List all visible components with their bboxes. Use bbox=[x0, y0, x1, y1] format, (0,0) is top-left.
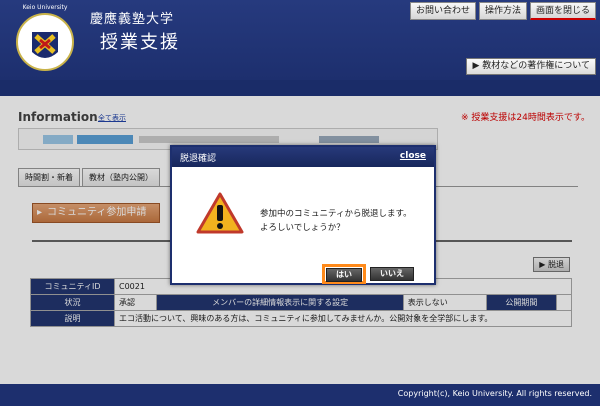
copyright-info-button[interactable]: ▶ 教材などの著作権について bbox=[466, 58, 596, 75]
leave-confirm-dialog: 脱退確認 close 参加中のコミュニティから脱退します。 よろしいでしょうか？… bbox=[170, 145, 436, 285]
help-button[interactable]: 操作方法 bbox=[478, 2, 527, 20]
dialog-buttons: はい いいえ bbox=[322, 264, 414, 284]
dialog-title: 脱退確認 bbox=[180, 154, 217, 164]
copyright-text: Copyright(c), Keio University. All right… bbox=[397, 389, 592, 398]
top-buttons: お問い合わせ 操作方法 画面を閉じる bbox=[409, 2, 596, 20]
footer: Copyright(c), Keio University. All right… bbox=[0, 384, 600, 406]
contact-button[interactable]: お問い合わせ bbox=[409, 2, 476, 20]
logo-text: Keio University bbox=[22, 4, 68, 11]
system-name: 授業支援 bbox=[100, 32, 180, 53]
dialog-close-link[interactable]: close bbox=[400, 151, 426, 161]
warning-icon bbox=[196, 191, 244, 235]
keio-logo: Keio University bbox=[14, 4, 76, 76]
header: Keio University 慶應義塾大学 授業支援 お問い合わせ 操作方法 … bbox=[0, 0, 600, 80]
university-name: 慶應義塾大学 bbox=[90, 12, 175, 27]
yes-button-label: はい bbox=[326, 268, 362, 282]
dialog-message-line1: 参加中のコミュニティから脱退します。 bbox=[260, 209, 412, 219]
user-bar bbox=[0, 80, 600, 96]
yes-button[interactable]: はい bbox=[322, 264, 366, 284]
dialog-header: 脱退確認 close bbox=[172, 147, 434, 167]
no-button[interactable]: いいえ bbox=[370, 267, 414, 281]
dialog-message: 参加中のコミュニティから脱退します。 よろしいでしょうか？ bbox=[260, 207, 412, 235]
dialog-message-line2: よろしいでしょうか？ bbox=[260, 223, 345, 233]
close-window-button[interactable]: 画面を閉じる bbox=[529, 2, 596, 20]
